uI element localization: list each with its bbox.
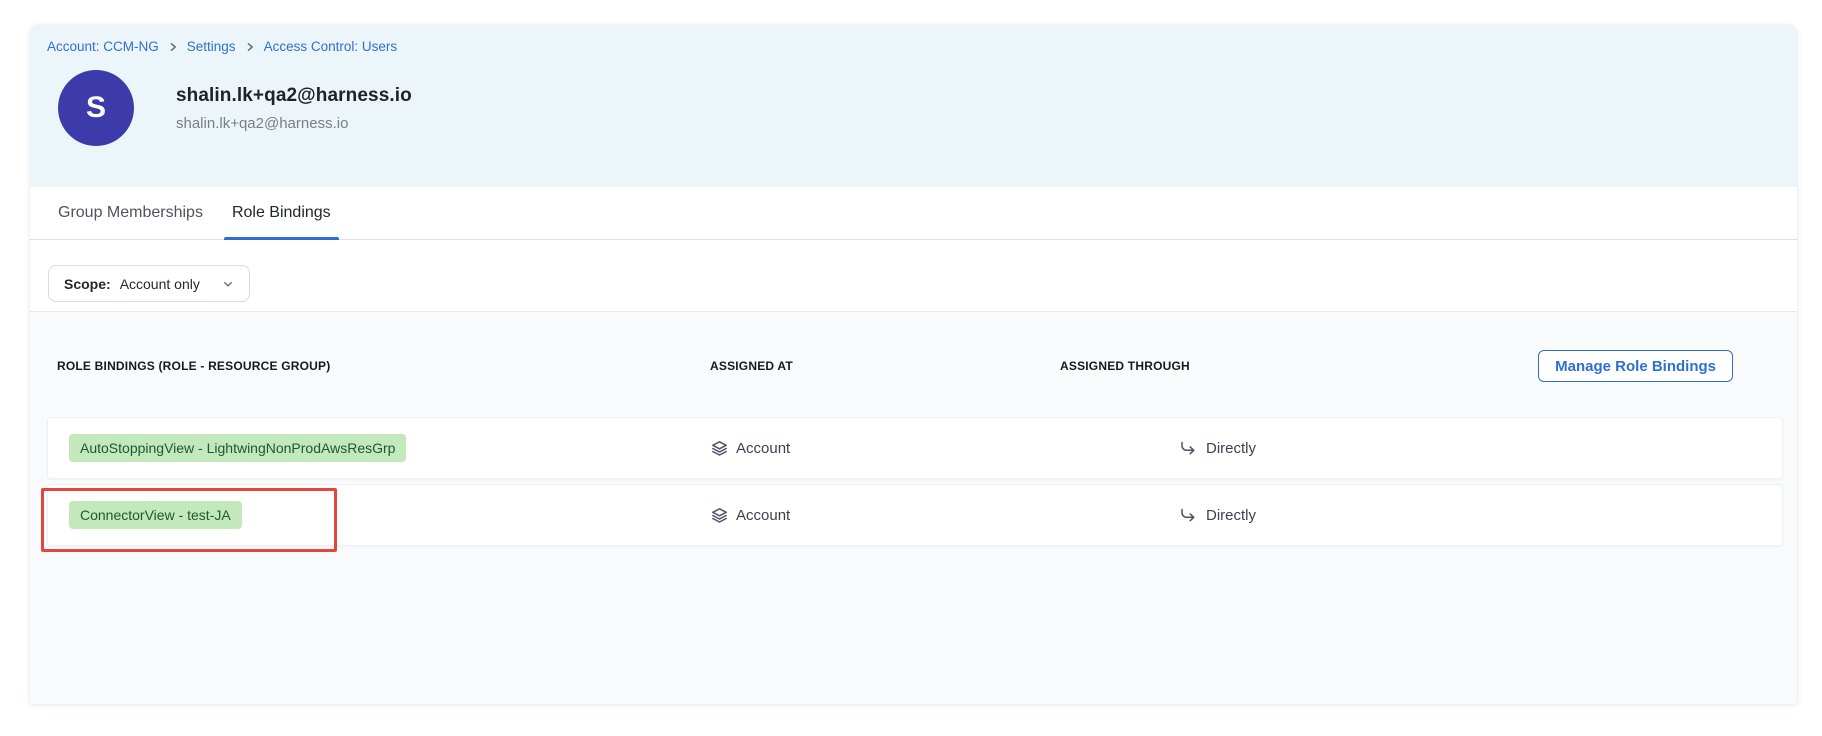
scope-label: Scope: <box>64 276 111 292</box>
column-header-role-bindings: ROLE BINDINGS (ROLE - RESOURCE GROUP) <box>47 359 708 373</box>
scope-dropdown[interactable]: Scope: Account only <box>48 265 250 302</box>
tab-group-memberships[interactable]: Group Memberships <box>57 187 204 239</box>
breadcrumb: Account: CCM-NG Settings Access Control:… <box>47 39 1780 54</box>
chevron-right-icon <box>168 42 178 52</box>
user-header: S shalin.lk+qa2@harness.io shalin.lk+qa2… <box>58 70 1780 146</box>
directly-arrow-icon <box>1179 506 1197 524</box>
tab-role-bindings[interactable]: Role Bindings <box>231 187 332 239</box>
page-header: Account: CCM-NG Settings Access Control:… <box>30 25 1797 187</box>
assigned-through-value: Directly <box>1206 507 1256 524</box>
chevron-down-icon <box>222 278 234 290</box>
column-header-assigned-through: ASSIGNED THROUGH <box>1060 359 1190 373</box>
avatar: S <box>58 70 134 146</box>
tab-bar: Group Memberships Role Bindings <box>30 187 1797 240</box>
assigned-through-value: Directly <box>1206 440 1256 457</box>
column-header-assigned-at: ASSIGNED AT <box>708 359 1060 373</box>
role-bindings-list: AutoStoppingView - LightwingNonProdAwsRe… <box>47 417 1783 546</box>
role-binding-chip: AutoStoppingView - LightwingNonProdAwsRe… <box>69 434 406 462</box>
breadcrumb-link-access-control-users[interactable]: Access Control: Users <box>264 39 398 54</box>
scope-value: Account only <box>120 276 200 292</box>
table-row[interactable]: ConnectorView - test-JA Account Directly <box>47 484 1783 546</box>
layers-icon <box>711 507 728 524</box>
breadcrumb-link-settings[interactable]: Settings <box>187 39 236 54</box>
role-bindings-section: ROLE BINDINGS (ROLE - RESOURCE GROUP) AS… <box>30 312 1797 704</box>
directly-arrow-icon <box>1179 439 1197 457</box>
assigned-at-value: Account <box>736 507 790 524</box>
user-email: shalin.lk+qa2@harness.io <box>176 115 412 132</box>
table-row[interactable]: AutoStoppingView - LightwingNonProdAwsRe… <box>47 417 1783 479</box>
layers-icon <box>711 440 728 457</box>
role-binding-chip: ConnectorView - test-JA <box>69 501 242 529</box>
user-name: shalin.lk+qa2@harness.io <box>176 85 412 107</box>
assigned-at-value: Account <box>736 440 790 457</box>
table-toolbar: ROLE BINDINGS (ROLE - RESOURCE GROUP) AS… <box>47 350 1783 382</box>
chevron-right-icon <box>245 42 255 52</box>
manage-role-bindings-button[interactable]: Manage Role Bindings <box>1538 350 1733 382</box>
breadcrumb-link-account[interactable]: Account: CCM-NG <box>47 39 159 54</box>
filter-row: Scope: Account only <box>30 240 1797 312</box>
main-panel: Account: CCM-NG Settings Access Control:… <box>30 25 1797 704</box>
